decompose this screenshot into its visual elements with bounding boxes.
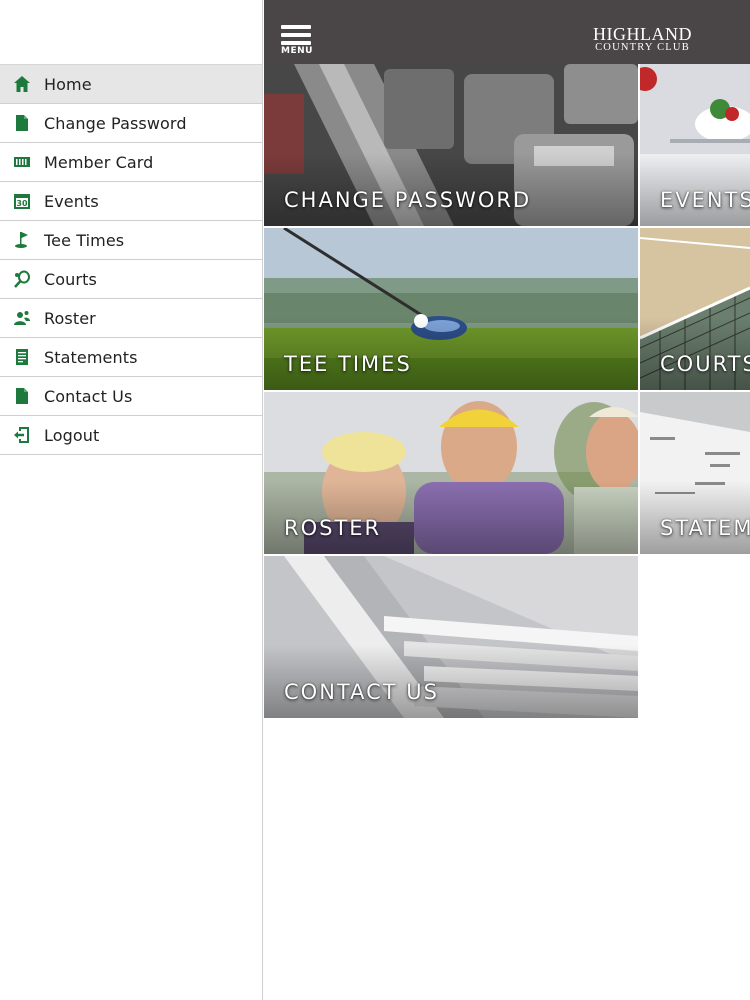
sidebar-item-label: Logout [44, 425, 100, 445]
tile-courts[interactable]: COURTS [640, 228, 750, 390]
sidebar-item-label: Statements [44, 347, 138, 367]
sidebar-item-label: Member Card [44, 152, 154, 172]
tile-label: CHANGE PASSWORD [284, 188, 532, 212]
sidebar-item-label: Change Password [44, 113, 187, 133]
home-icon [0, 65, 44, 104]
side-menu: Home Change Password Member Card 30 Even… [0, 0, 263, 1000]
tennis-racket-icon [0, 260, 44, 299]
sidebar-item-member-card[interactable]: Member Card [0, 143, 262, 182]
sidebar-item-label: Events [44, 191, 99, 211]
top-header: MENU HIGHLAND COUNTRY CLUB [264, 0, 750, 64]
tile-label: ROSTER [284, 516, 382, 540]
statement-icon [0, 338, 44, 377]
tile-label: COURTS [660, 352, 750, 376]
sidebar-item-label: Courts [44, 269, 97, 289]
sidebar-item-courts[interactable]: Courts [0, 260, 262, 299]
member-card-icon [0, 143, 44, 182]
sidebar-item-tee-times[interactable]: Tee Times [0, 221, 262, 260]
logout-icon [0, 416, 44, 455]
golf-flag-icon [0, 221, 44, 260]
tile-roster[interactable]: ROSTER [264, 392, 638, 554]
tile-label: STATEM [660, 516, 750, 540]
brand-subtitle: COUNTRY CLUB [595, 42, 690, 53]
sidebar-item-contact-us[interactable]: Contact Us [0, 377, 262, 416]
sidebar-item-logout[interactable]: Logout [0, 416, 262, 455]
menu-button[interactable]: MENU [281, 25, 315, 59]
hamburger-icon [281, 25, 311, 29]
sidebar-item-change-password[interactable]: Change Password [0, 104, 262, 143]
hamburger-bar [281, 33, 311, 37]
menu-list: Home Change Password Member Card 30 Even… [0, 64, 262, 455]
sidebar-item-roster[interactable]: Roster [0, 299, 262, 338]
sidebar-item-label: Home [44, 74, 92, 94]
document-icon [0, 104, 44, 143]
main-content: MENU HIGHLAND COUNTRY CLUB CHANGE PASSWO… [264, 0, 750, 1000]
sidebar-item-label: Roster [44, 308, 96, 328]
tile-statements[interactable]: STATEM [640, 392, 750, 554]
tile-events[interactable]: EVENTS [640, 64, 750, 226]
sidebar-item-statements[interactable]: Statements [0, 338, 262, 377]
menu-label: MENU [281, 46, 313, 56]
tile-tee-times[interactable]: TEE TIMES [264, 228, 638, 390]
sidebar-item-events[interactable]: 30 Events [0, 182, 262, 221]
hamburger-bar [281, 41, 311, 45]
tile-label: CONTACT US [284, 680, 439, 704]
sidebar-item-home[interactable]: Home [0, 65, 262, 104]
club-logo: HIGHLAND COUNTRY CLUB [593, 24, 692, 53]
brand-name: HIGHLAND [593, 24, 692, 44]
document-icon [0, 377, 44, 416]
people-icon [0, 299, 44, 338]
tile-label: TEE TIMES [284, 352, 412, 376]
tile-change-password[interactable]: CHANGE PASSWORD [264, 64, 638, 226]
sidebar-spacer [0, 0, 262, 64]
tile-label: EVENTS [660, 188, 750, 212]
sidebar-item-label: Contact Us [44, 386, 133, 406]
tile-contact-us[interactable]: CONTACT US [264, 556, 638, 718]
calendar-icon: 30 [0, 182, 44, 221]
calendar-day-text: 30 [16, 199, 28, 208]
sidebar-item-label: Tee Times [44, 230, 125, 250]
